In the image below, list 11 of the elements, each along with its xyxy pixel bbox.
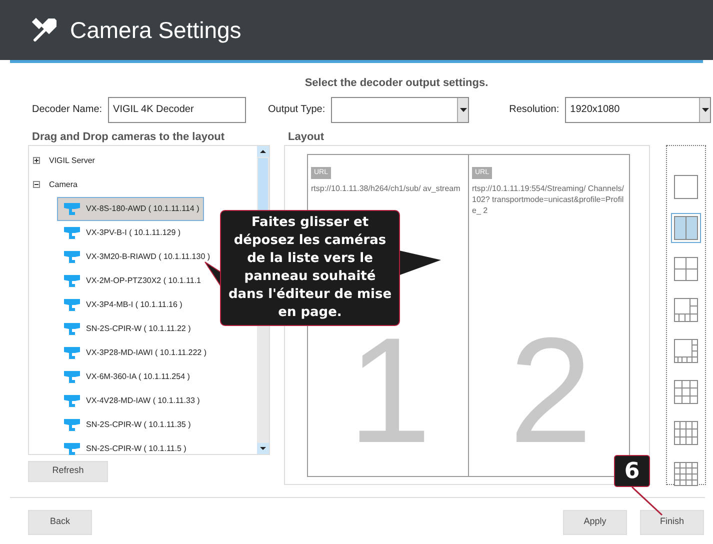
field-label: Resolution: <box>509 103 560 117</box>
stream-url: rtsp://10.1.11.19:554/Streaming/ Channels/102? transportmode=unicast&profile=Profile_ 2 <box>472 182 625 216</box>
window-title: Camera Settings <box>70 16 242 45</box>
step-badge: 6 <box>614 455 650 487</box>
stream-url: rtsp://10.1.11.38/h264/ch1/sub/ av_stream <box>311 182 462 194</box>
instruction-text: Select the decoder output settings. <box>304 76 490 91</box>
panel-title: Layout <box>287 130 326 144</box>
instruction-tooltip: Faites glisser et déposez les caméras de la liste vers le panneau souhaité dans l'éditeur de mise en page. <box>220 210 400 326</box>
field-label: Output Type: <box>268 103 326 117</box>
panel-title: Drag and Drop cameras to the layout <box>31 130 226 144</box>
field-label: Decoder Name: <box>32 103 102 117</box>
